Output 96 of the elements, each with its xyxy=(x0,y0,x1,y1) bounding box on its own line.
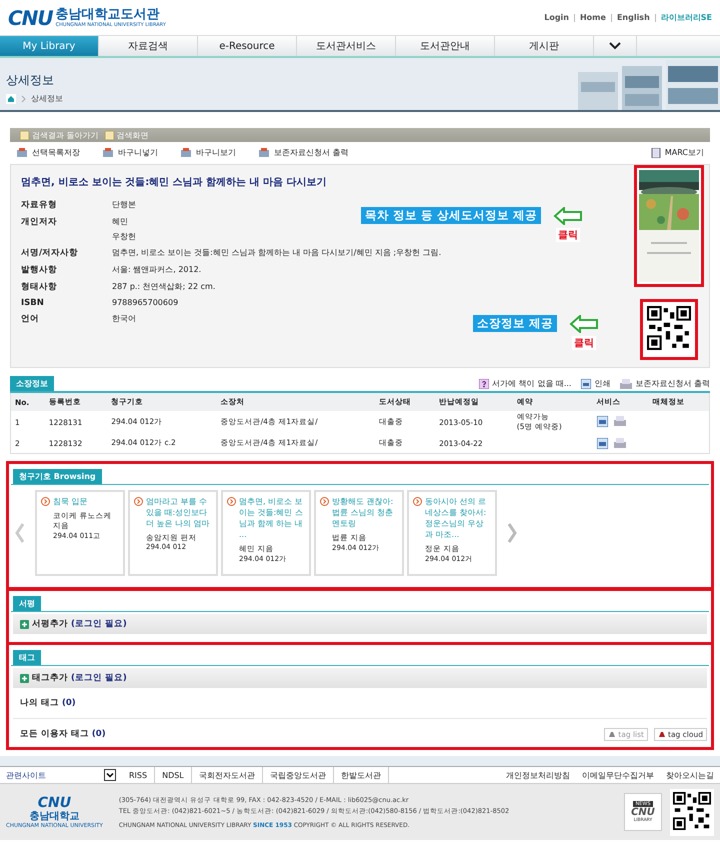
site-link[interactable]: 국립중앙도서관 xyxy=(262,767,334,783)
field-label: 언어 xyxy=(21,313,40,325)
page-title: 상세정보 xyxy=(6,72,55,89)
bullet-icon xyxy=(41,497,50,506)
callout-label: 소장정보 제공 xyxy=(473,315,558,332)
toolbar-action[interactable]: 바구니보기 xyxy=(180,147,236,158)
site-link[interactable]: 국회전자도서관 xyxy=(192,767,263,783)
breadcrumb[interactable]: 상세정보 xyxy=(31,93,63,104)
holdings-link[interactable]: 보존자료신청서 출력 xyxy=(620,378,710,391)
toolbar-action[interactable]: 선택목록저장 xyxy=(16,147,80,158)
plus-icon[interactable] xyxy=(20,674,29,682)
my-tags-label: 나의 태그 xyxy=(20,697,59,709)
field-label: 개인저자 xyxy=(21,216,58,229)
university-name: 충남대학교 xyxy=(29,811,80,822)
footer-link[interactable]: 찾아오시는길 xyxy=(660,770,720,780)
click-label: 클릭 xyxy=(572,336,596,350)
nav-tab[interactable]: 도서관서비스 xyxy=(297,36,396,56)
page-icon xyxy=(20,130,29,140)
callout-label: 목차 정보 등 상세도서정보 제공 xyxy=(361,207,542,224)
field-value: 혜민 xyxy=(112,216,129,227)
field-value: 287 p.: 천연색삽화; 22 cm. xyxy=(112,281,216,292)
click-label: 클릭 xyxy=(556,228,580,242)
related-sites-dropdown[interactable]: 관련사이트 xyxy=(0,769,122,781)
field-label: 발행사항 xyxy=(21,264,58,276)
bullet-icon xyxy=(413,497,422,506)
home-icon[interactable] xyxy=(6,94,16,104)
nav-tab[interactable]: e-Resource xyxy=(198,36,297,56)
toolbar-icon xyxy=(258,148,270,158)
scanner-icon[interactable] xyxy=(614,438,626,448)
field-label: 형태사항 xyxy=(21,281,58,293)
nav-tab[interactable]: My Library xyxy=(0,36,99,56)
site-link[interactable]: NDSL xyxy=(155,767,192,783)
chevron-down-icon xyxy=(609,42,621,50)
field-value: 우창헌 xyxy=(112,231,136,242)
footer-link[interactable]: 개인정보처리방침 xyxy=(500,770,576,780)
field-value: 9788965700609 xyxy=(112,298,178,307)
scanner-icon[interactable] xyxy=(614,416,626,426)
all-tags-label: 모든 이용자 태그 xyxy=(20,728,89,740)
printer-icon[interactable] xyxy=(596,416,608,426)
bullet-icon xyxy=(134,497,143,506)
login-link[interactable]: (로그인 필요) xyxy=(71,618,127,630)
field-label: 자료유형 xyxy=(21,199,58,211)
printer-icon[interactable] xyxy=(596,438,608,448)
book-title: 멈추면, 비로소 보이는 것들:혜민 스님과 함께하는 내 마음 다시보기 xyxy=(21,176,328,189)
toolbar-action[interactable]: 보존자료신청서 출력 xyxy=(258,147,349,158)
qr-code[interactable] xyxy=(640,299,698,360)
holdings-link[interactable]: 서가에 책이 없을 때... xyxy=(479,378,572,391)
field-value: 서울: 쌤앤파커스, 2012. xyxy=(112,264,202,275)
arrow-icon xyxy=(569,315,600,333)
header-link[interactable]: Login xyxy=(544,13,569,22)
plus-icon[interactable] xyxy=(20,620,29,628)
footer-link[interactable]: 이메일무단수집거부 xyxy=(576,770,660,780)
site-link[interactable]: RISS xyxy=(122,767,156,783)
book-title-link[interactable]: 엄마라고 부를 수 있을 때:성인보다 더 높은 나의 엄마 xyxy=(146,496,212,529)
document-icon xyxy=(650,148,661,158)
site-link[interactable]: 한밭도서관 xyxy=(334,767,389,783)
book-title-link[interactable]: 동아시아 선의 르네상스를 찾아서:정운스님의 우상과 마조... xyxy=(425,496,491,540)
qr-code-icon xyxy=(647,306,691,350)
holdings-link[interactable]: 인쇄 xyxy=(581,378,610,391)
tag-icon xyxy=(608,730,616,738)
nav-tab[interactable]: 게시판 xyxy=(495,36,594,56)
toolbar-icon xyxy=(180,148,192,158)
login-link[interactable]: (로그인 필요) xyxy=(71,672,127,684)
arrow-icon xyxy=(553,207,584,225)
toolbar-icon xyxy=(16,148,28,158)
field-value: 한국어 xyxy=(112,313,136,324)
logo-mark[interactable]: CNU xyxy=(8,6,53,30)
header-link[interactable]: Home xyxy=(580,13,606,22)
qr-code-icon xyxy=(673,792,711,830)
add-tag-label[interactable]: 태그추가 xyxy=(32,672,68,684)
nav-tab[interactable]: 자료검색 xyxy=(99,36,198,56)
field-label: ISBN xyxy=(21,298,45,308)
header-link[interactable]: English xyxy=(616,13,650,22)
qr-code[interactable] xyxy=(670,788,714,836)
add-review-label[interactable]: 서평추가 xyxy=(32,618,68,630)
marc-link[interactable]: MARC보기 xyxy=(650,147,704,158)
book-title-link[interactable]: 방황해도 괜찮아:법륜 스님의 청춘 멘토링 xyxy=(332,496,398,529)
bullet-icon xyxy=(227,497,236,506)
tag-count: (0) xyxy=(92,729,106,739)
library-name: 충남대학교도서관 xyxy=(56,8,161,22)
tag-count: (0) xyxy=(62,698,76,708)
footer-logo-mark: CNU xyxy=(38,795,72,811)
field-value: 단행본 xyxy=(112,199,136,210)
question-icon xyxy=(479,378,490,388)
toolbar-action[interactable]: 바구니넣기 xyxy=(102,147,158,158)
scanner-icon xyxy=(620,378,632,388)
toolbar-icon xyxy=(102,148,114,158)
tag-icon xyxy=(658,730,666,738)
field-label: 서명/저자사항 xyxy=(21,247,80,259)
field-value: 멈추면, 비로소 보이는 것들:혜민 스님과 함께하는 내 마음 다시보기/혜민 지음 ;우창헌 그림. xyxy=(112,247,442,258)
nav-tab[interactable]: 도서관안내 xyxy=(396,36,495,56)
printer-icon xyxy=(581,378,592,388)
chevron-right-icon xyxy=(21,94,26,102)
page-icon xyxy=(104,130,114,140)
bullet-icon xyxy=(320,497,329,506)
book-title-link[interactable]: 멈추면, 비로소 보이는 것들:혜민 스님과 함께 하는 내 ... xyxy=(239,496,305,540)
